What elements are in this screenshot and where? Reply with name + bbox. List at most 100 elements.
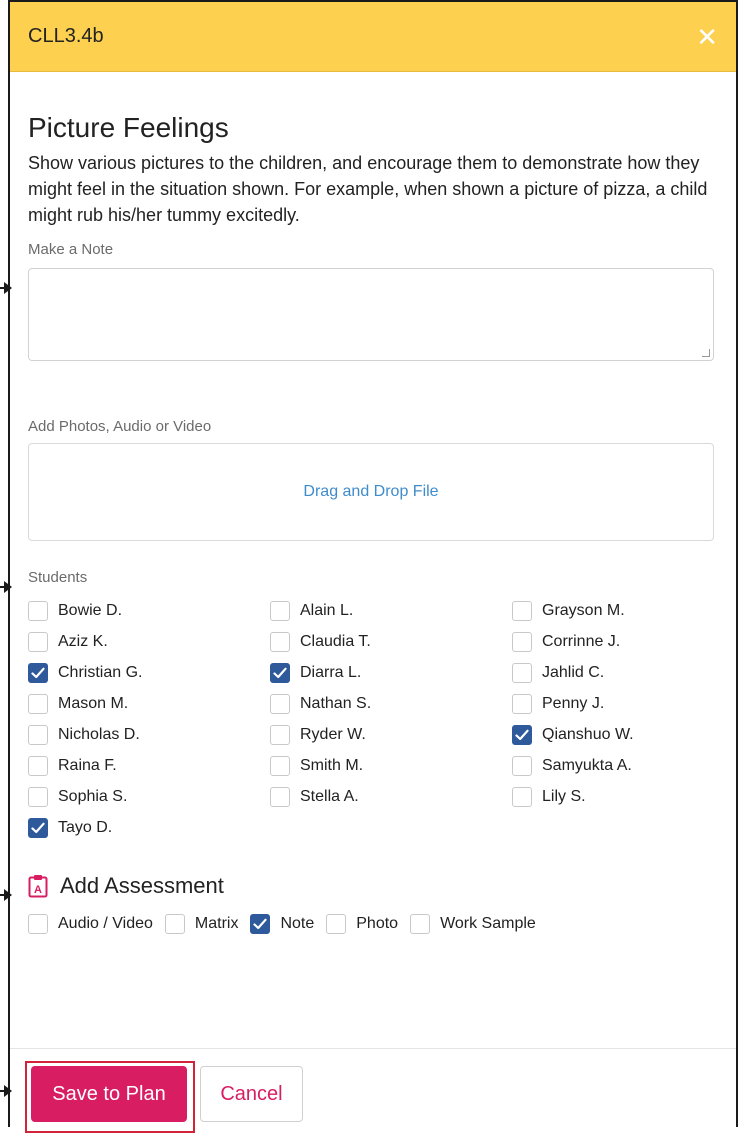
checkbox-label: Bowie D. [58,602,123,619]
checkbox[interactable] [270,694,290,714]
modal-dialog: CLL3.4b ✕ Picture Feelings Show various … [8,0,738,1133]
student-checkbox[interactable]: Corrinne J. [512,631,714,653]
checkbox[interactable] [270,725,290,745]
checkbox[interactable] [28,725,48,745]
checkbox-label: Nathan S. [300,695,372,712]
checkbox[interactable] [28,632,48,652]
student-checkbox[interactable]: Raina F. [28,755,270,777]
modal-header: CLL3.4b ✕ [10,2,736,72]
checkbox-label: Corrinne J. [542,633,621,650]
checkbox[interactable] [28,756,48,776]
checkbox[interactable] [28,914,48,934]
checkbox[interactable] [270,663,290,683]
student-checkbox[interactable]: Smith M. [270,755,512,777]
note-textarea[interactable] [28,268,714,361]
checkbox-label: Stella A. [300,788,359,805]
checkbox[interactable] [250,914,271,934]
student-checkbox[interactable]: Tayo D. [28,817,270,839]
checkbox-label: Alain L. [300,602,354,619]
assessment-type-options: Audio / Video Matrix Note Photo Work Sample [28,913,718,935]
checkbox-label: Audio / Video [58,915,153,932]
save-to-plan-button[interactable]: Save to Plan [31,1066,187,1122]
clipboard-assessment-icon: A [28,874,48,898]
student-checkbox[interactable]: Claudia T. [270,631,512,653]
note-label: Make a Note [28,241,114,258]
student-checkbox[interactable]: Grayson M. [512,600,714,622]
checkbox-label: Qianshuo W. [542,726,634,743]
checkbox[interactable] [512,725,532,745]
checkbox[interactable] [270,632,290,652]
student-checkbox[interactable]: Mason M. [28,693,270,715]
student-checkbox[interactable]: Bowie D. [28,600,270,622]
dropzone-text[interactable]: Drag and Drop File [303,483,438,501]
annotation-arrow [0,1085,12,1097]
checkmark-icon [253,918,268,930]
activity-description: Show various pictures to the children, a… [28,153,708,225]
assessment-type-checkbox[interactable]: Photo [326,913,398,935]
cancel-button[interactable]: Cancel [200,1066,303,1122]
checkbox[interactable] [164,914,185,934]
student-checkbox[interactable]: Diarra L. [270,662,512,684]
file-dropzone[interactable]: Drag and Drop File [28,443,714,541]
annotation-arrow [0,282,12,294]
checkbox-label: Penny J. [542,695,605,712]
student-checkbox[interactable]: Ryder W. [270,724,512,746]
checkbox-label: Matrix [194,915,239,932]
checkbox[interactable] [270,787,290,807]
student-checkbox[interactable]: Lily S. [512,786,714,808]
checkbox[interactable] [28,601,48,621]
checkbox[interactable] [28,787,48,807]
checkbox[interactable] [270,756,290,776]
student-checkbox[interactable]: Nicholas D. [28,724,270,746]
checkmark-icon [273,667,287,679]
checkbox[interactable] [28,663,48,683]
checkbox[interactable] [512,694,532,714]
student-checkbox[interactable]: Samyukta A. [512,755,714,777]
modal-title: CLL3.4b [28,25,104,47]
checkmark-icon [31,822,45,834]
checkbox-label: Work Sample [440,915,536,932]
checkbox-label: Jahlid C. [542,664,605,681]
checkbox[interactable] [512,601,532,621]
checkbox[interactable] [28,818,48,838]
checkbox-label: Lily S. [542,788,586,805]
resize-grip-icon[interactable] [702,349,710,357]
checkbox-label: Sophia S. [58,788,128,805]
student-checkbox[interactable]: Qianshuo W. [512,724,714,746]
checkbox-label: Tayo D. [58,819,113,836]
close-icon[interactable]: ✕ [696,24,718,50]
checkbox[interactable] [28,694,48,714]
checkbox[interactable] [512,663,532,683]
checkbox[interactable] [512,756,532,776]
checkbox[interactable] [512,632,532,652]
assessment-type-checkbox[interactable]: Note [250,913,314,935]
student-checkbox[interactable]: Alain L. [270,600,512,622]
annotation-arrow [0,581,12,593]
modal-body: Picture Feelings Show various pictures t… [10,112,736,935]
student-checkbox[interactable]: Penny J. [512,693,714,715]
student-checkbox[interactable]: Stella A. [270,786,512,808]
student-checkbox[interactable]: Christian G. [28,662,270,684]
assessment-type-checkbox[interactable]: Audio / Video [28,913,153,935]
checkbox-label: Grayson M. [542,602,625,619]
checkbox[interactable] [270,601,290,621]
student-checkbox[interactable]: Sophia S. [28,786,270,808]
assessment-type-checkbox[interactable]: Matrix [164,913,239,935]
checkbox-label: Raina F. [58,757,117,774]
checkbox[interactable] [410,914,431,934]
checkbox[interactable] [512,787,532,807]
student-checkbox[interactable]: Aziz K. [28,631,270,653]
annotation-arrow [0,889,12,901]
student-checkbox[interactable]: Jahlid C. [512,662,714,684]
assessment-type-checkbox[interactable]: Work Sample [410,913,536,935]
checkbox-label: Diarra L. [300,664,362,681]
checkbox[interactable] [326,914,347,934]
checkbox-label: Smith M. [300,757,364,774]
student-checkbox[interactable]: Nathan S. [270,693,512,715]
checkbox-label: Ryder W. [300,726,366,743]
activity-title: Picture Feelings [28,112,229,143]
checkbox-label: Mason M. [58,695,129,712]
svg-text:A: A [34,884,42,896]
checkbox-label: Note [280,915,315,932]
add-assessment-title: Add Assessment [60,873,224,898]
